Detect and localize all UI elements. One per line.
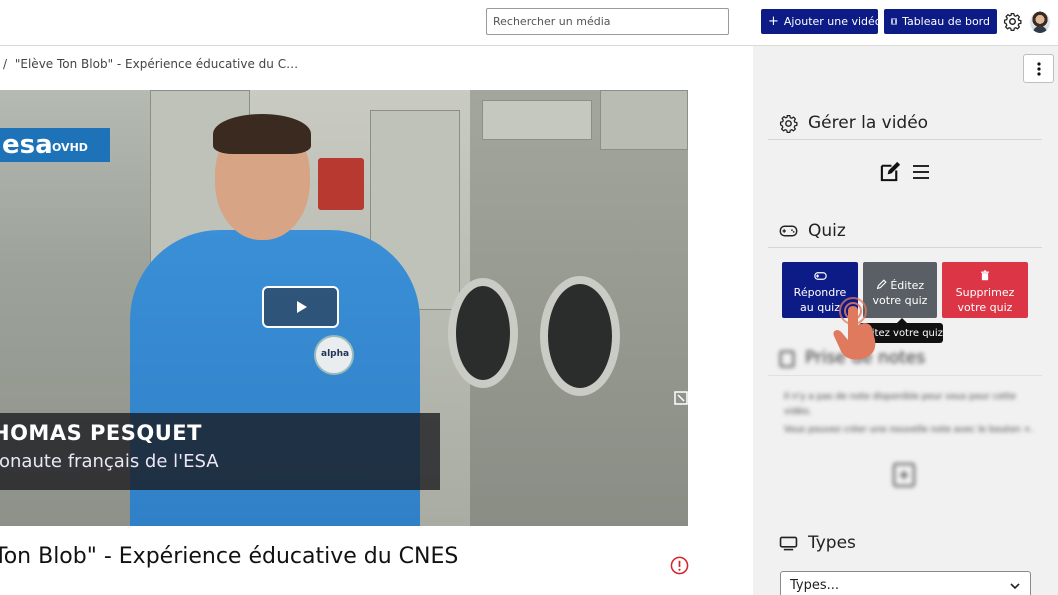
list-menu-icon[interactable] [912, 164, 930, 180]
delete-quiz-label: Supprimez votre quiz [955, 286, 1015, 314]
search-input[interactable] [486, 8, 729, 35]
gamepad-icon [779, 225, 798, 237]
dashboard-button[interactable]: Tableau de bord [884, 9, 997, 34]
notes-empty-message: Il n'y a pas de note disponible pour vou… [784, 392, 1034, 435]
clipboard-icon [779, 350, 795, 367]
video-scene-panel [600, 90, 688, 150]
lower-third-name: HOMAS PESQUET [0, 421, 202, 445]
mission-patch: alpha [314, 335, 354, 375]
dashboard-label: Tableau de bord [902, 15, 990, 28]
gear-icon[interactable] [1003, 12, 1022, 31]
gear-icon [779, 114, 798, 133]
avatar[interactable] [1030, 11, 1050, 33]
quiz-title: Quiz [808, 221, 846, 241]
plus-icon [900, 471, 908, 479]
lower-third-role: ronaute français de l'ESA [0, 451, 219, 472]
add-video-button[interactable]: + Ajouter une vidéo [761, 9, 882, 34]
divider [768, 247, 1042, 248]
expand-icon[interactable] [674, 391, 688, 405]
video-lower-third: HOMAS PESQUET ronaute français de l'ESA [0, 413, 440, 490]
hand-pointer-icon [833, 297, 876, 360]
video-title: Ton Blob" - Expérience éducative du CNES [0, 544, 459, 569]
quiz-heading: Quiz [779, 221, 846, 241]
chevron-down-icon [1010, 583, 1020, 590]
trash-icon [981, 270, 989, 281]
video-scene-porthole [448, 278, 518, 388]
video-player[interactable]: esa OVHD alpha HOMAS PESQUET ronaute fra… [0, 90, 688, 526]
types-select-value: Types... [790, 578, 840, 593]
video-scene-porthole [540, 276, 620, 396]
add-note-button[interactable] [893, 463, 915, 487]
play-button[interactable] [262, 286, 339, 328]
divider [768, 375, 1042, 376]
kebab-menu-icon [1036, 61, 1041, 76]
report-alert-icon[interactable] [670, 556, 689, 575]
manage-video-title: Gérer la vidéo [808, 113, 929, 133]
film-icon [891, 18, 897, 25]
esa-logo: esa OVHD [0, 128, 110, 162]
monitor-icon [779, 536, 798, 550]
delete-quiz-button[interactable]: Supprimez votre quiz [942, 262, 1028, 318]
types-heading: Types [779, 533, 856, 553]
video-scene-panel [482, 100, 592, 140]
divider [768, 139, 1042, 140]
manage-video-heading: Gérer la vidéo [779, 113, 928, 133]
types-title: Types [808, 533, 856, 553]
play-icon [296, 301, 307, 313]
more-options-button[interactable] [1023, 54, 1054, 83]
manage-video-actions [879, 160, 930, 183]
gamepad-icon [813, 272, 827, 280]
pencil-icon [876, 278, 887, 289]
breadcrumb-separator: / [3, 57, 8, 71]
breadcrumb: / "Elève Ton Blob" - Expérience éducativ… [3, 57, 298, 71]
types-select[interactable]: Types... [780, 571, 1031, 595]
top-bar: + Ajouter une vidéo Tableau de bord [0, 0, 1058, 46]
add-video-label: Ajouter une vidéo [783, 15, 882, 28]
plus-icon: + [768, 14, 779, 29]
breadcrumb-current: "Elève Ton Blob" - Expérience éducative … [14, 57, 299, 71]
edit-square-icon[interactable] [879, 160, 902, 183]
